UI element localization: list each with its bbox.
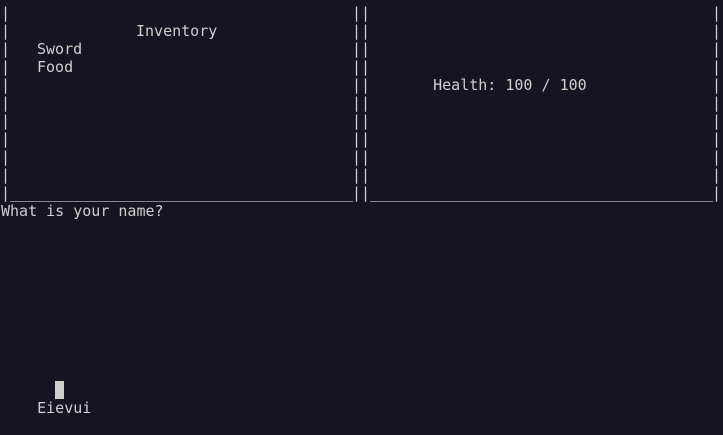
- right-panel-right-border: |: [712, 94, 722, 112]
- name-input[interactable]: Eievui: [1, 381, 91, 417]
- panel-divider-border: ||: [352, 130, 371, 148]
- right-panel-right-border: |: [712, 130, 722, 148]
- panel-divider-border: ||: [352, 112, 371, 130]
- left-panel-left-border: |: [1, 130, 11, 148]
- left-panel-left-border: |: [1, 148, 11, 166]
- terminal-window: | || | | || | | || | | || | | || | | || | | || | | || | | || | | || |…: [0, 0, 723, 435]
- right-panel-right-border: |: [712, 4, 722, 22]
- name-input-value[interactable]: Eievui: [37, 399, 91, 417]
- right-panel-bottom-border: ______________________________________: [370, 184, 714, 202]
- right-panel-right-border: |: [712, 166, 722, 184]
- panel-divider-border: ||: [352, 166, 371, 184]
- panel-divider-border: ||: [352, 58, 371, 76]
- left-panel-left-border: |: [1, 40, 11, 58]
- left-panel-left-border: |: [1, 184, 11, 202]
- right-panel-right-border: |: [712, 112, 722, 130]
- left-panel-left-border: |: [1, 166, 11, 184]
- right-panel-right-border: |: [712, 40, 722, 58]
- left-panel-left-border: |: [1, 22, 11, 40]
- name-prompt: What is your name?: [1, 202, 164, 220]
- panel-divider-border: ||: [352, 148, 371, 166]
- right-panel-right-border: |: [712, 76, 722, 94]
- panel-divider-border: ||: [352, 22, 371, 40]
- panel-divider-border: ||: [352, 40, 371, 58]
- panel-divider-border: ||: [352, 4, 371, 22]
- inventory-item-food: Food: [37, 58, 74, 76]
- health-display: Health: 100 / 100: [397, 58, 587, 94]
- text-cursor: [55, 381, 64, 399]
- left-panel-left-border: |: [1, 58, 11, 76]
- panel-divider-border: ||: [352, 184, 371, 202]
- right-panel-right-border: |: [712, 184, 722, 202]
- right-panel-right-border: |: [712, 58, 722, 76]
- left-panel-left-border: |: [1, 94, 11, 112]
- inventory-item-sword: Sword: [37, 40, 83, 58]
- inventory-title: Inventory: [136, 22, 218, 40]
- panel-divider-border: ||: [352, 76, 371, 94]
- left-panel-left-border: |: [1, 112, 11, 130]
- health-max: 100: [559, 76, 587, 94]
- left-panel-bottom-border: ______________________________________: [10, 184, 354, 202]
- right-panel-right-border: |: [712, 22, 722, 40]
- health-current: 100: [505, 76, 533, 94]
- left-panel-left-border: |: [1, 76, 11, 94]
- right-panel-right-border: |: [712, 148, 722, 166]
- panel-divider-border: ||: [352, 94, 371, 112]
- health-separator: /: [541, 76, 551, 94]
- left-panel-left-border: |: [1, 4, 11, 22]
- health-label: Health:: [433, 76, 497, 94]
